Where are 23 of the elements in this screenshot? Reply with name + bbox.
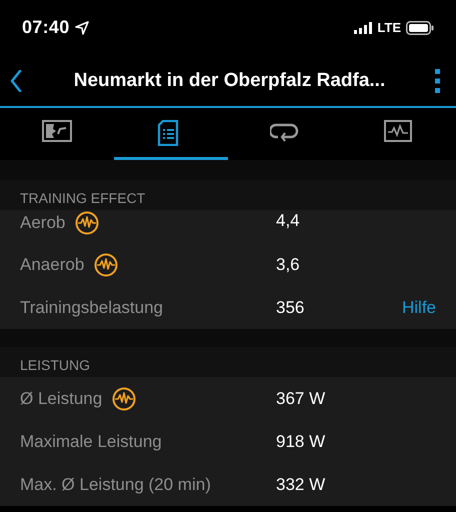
activity-title: Neumarkt in der Oberpfalz Radfa... (72, 70, 386, 92)
help-link[interactable]: Hilfe (402, 298, 436, 318)
signal-icon (354, 22, 372, 34)
location-icon (74, 20, 89, 34)
metric-label: Ø Leistung (20, 388, 102, 408)
metric-label: Trainingsbelastung (20, 298, 164, 318)
metric-label: Aerob (20, 213, 66, 233)
metric-value: 367 W (276, 388, 326, 408)
metric-label: Anaerob (20, 254, 84, 274)
metric-value: 918 W (276, 432, 326, 452)
battery-icon (406, 20, 434, 34)
section-header: TRAINING EFFECT (20, 190, 146, 206)
metric-value: 356 (276, 298, 306, 318)
metric-label: Max. Ø Leistung (20 min) (20, 474, 211, 494)
chevron-left-icon (10, 70, 22, 92)
metric-value: 3,6 (276, 254, 301, 274)
metric-value: 332 W (276, 474, 326, 494)
section-header: LEISTUNG (20, 357, 90, 373)
more-icon[interactable] (435, 68, 440, 92)
network-label: LTE (377, 20, 401, 35)
metric-label: Maximale Leistung (20, 432, 162, 452)
status-time: 07:40 (22, 17, 70, 38)
metric-value: 4,4 (276, 211, 301, 231)
